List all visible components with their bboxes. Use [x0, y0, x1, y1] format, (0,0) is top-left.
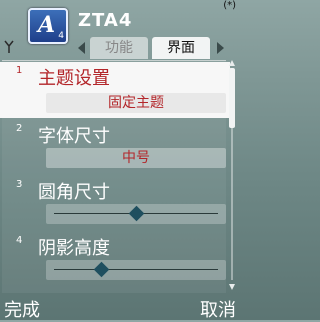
- tab-functions[interactable]: 功能: [90, 37, 148, 59]
- app-icon-letter: A: [38, 12, 56, 38]
- softkey-cancel[interactable]: 取消: [200, 296, 236, 322]
- softkey-bar: 完成 取消: [0, 292, 240, 322]
- slider-knob[interactable]: [128, 205, 144, 222]
- list-item-label: 字体尺寸: [38, 126, 110, 147]
- settings-list: 1 主题设置 固定主题 2 字体尺寸 中号 3 圆角尺寸 4 阴影高度: [0, 60, 240, 293]
- status-indicator-icon: (*): [223, 0, 236, 11]
- tab-bar: 功能 界面: [76, 37, 226, 59]
- font-size-value[interactable]: 中号: [46, 148, 226, 168]
- slider-knob[interactable]: [93, 261, 110, 278]
- tab-interface[interactable]: 界面: [152, 37, 210, 59]
- scrollbar[interactable]: [229, 60, 236, 290]
- tab-right-arrow-icon[interactable]: [217, 42, 224, 54]
- list-item-shadow-height[interactable]: 4 阴影高度: [0, 232, 230, 288]
- app-icon-sub: 4: [58, 31, 64, 41]
- list-item-font-size[interactable]: 2 字体尺寸 中号: [0, 120, 230, 176]
- signal-antenna-icon: [4, 40, 14, 53]
- list-item-index: 3: [16, 179, 23, 190]
- list-item-theme[interactable]: 1 主题设置 固定主题: [0, 62, 230, 118]
- list-item-index: 2: [16, 123, 23, 134]
- app-icon: A 4: [28, 8, 68, 44]
- list-item-label: 圆角尺寸: [38, 182, 110, 203]
- slider-line: [54, 269, 218, 270]
- list-item-index: 4: [16, 235, 23, 246]
- app-title: ZTA4: [78, 10, 133, 31]
- list-item-index: 1: [16, 65, 23, 76]
- list-item-corner-size[interactable]: 3 圆角尺寸: [0, 176, 230, 232]
- scroll-up-arrow-icon[interactable]: [229, 60, 235, 66]
- shadow-height-slider[interactable]: [46, 260, 226, 280]
- tab-left-arrow-icon[interactable]: [78, 42, 85, 54]
- list-item-label: 阴影高度: [38, 238, 110, 259]
- list-item-label: 主题设置: [38, 68, 110, 89]
- corner-size-slider[interactable]: [46, 204, 226, 224]
- scroll-thumb[interactable]: [229, 68, 235, 128]
- theme-value[interactable]: 固定主题: [46, 93, 226, 113]
- softkey-done[interactable]: 完成: [4, 296, 40, 322]
- scroll-down-arrow-icon[interactable]: [229, 284, 235, 290]
